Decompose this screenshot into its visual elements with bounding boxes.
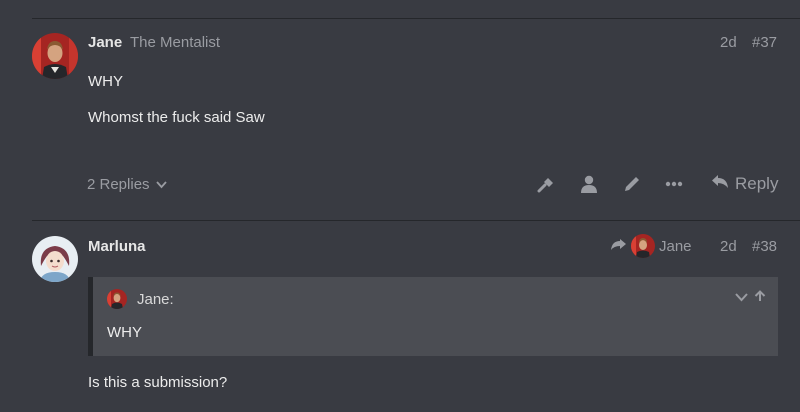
avatar <box>631 234 655 258</box>
post-age[interactable]: 2d <box>720 238 737 255</box>
chevron-down-icon[interactable] <box>735 289 748 307</box>
post-username[interactable]: Jane <box>88 34 122 51</box>
ellipsis-icon[interactable] <box>664 178 684 190</box>
post-divider <box>32 18 800 19</box>
reply-to-arrow-icon <box>610 238 627 255</box>
reply-to-tab[interactable]: Jane <box>610 234 692 258</box>
quote-block: Jane: WHY <box>88 277 778 356</box>
user-title: The Mentalist <box>130 34 221 51</box>
post-divider <box>32 220 800 221</box>
post-number[interactable]: #37 <box>752 34 777 51</box>
post-username[interactable]: Marluna <box>88 238 146 255</box>
quote-text: WHY <box>107 324 142 341</box>
replies-toggle[interactable]: 2 Replies <box>87 176 167 193</box>
user-icon[interactable] <box>580 175 598 193</box>
avatar <box>107 289 127 309</box>
post-text: Is this a submission? <box>88 374 228 391</box>
reply-button[interactable]: Reply <box>711 174 778 194</box>
quote-author: Jane: <box>137 290 174 308</box>
chevron-down-icon <box>155 176 167 193</box>
post-text: WHY <box>88 73 123 90</box>
pencil-icon[interactable] <box>622 175 642 193</box>
reply-arrow-icon <box>711 174 729 194</box>
wrench-icon[interactable] <box>536 175 556 193</box>
avatar[interactable] <box>32 236 78 282</box>
avatar[interactable] <box>32 33 78 79</box>
post-text: Whomst the fuck said Saw <box>88 109 265 126</box>
quote-header: Jane: <box>107 289 174 309</box>
reply-to-username: Jane <box>659 237 692 255</box>
quote-controls <box>735 289 766 307</box>
post-number[interactable]: #38 <box>752 238 777 255</box>
arrow-up-icon[interactable] <box>754 289 766 307</box>
post-age[interactable]: 2d <box>720 34 737 51</box>
reply-label: Reply <box>735 174 779 193</box>
replies-count: 2 Replies <box>87 176 150 193</box>
